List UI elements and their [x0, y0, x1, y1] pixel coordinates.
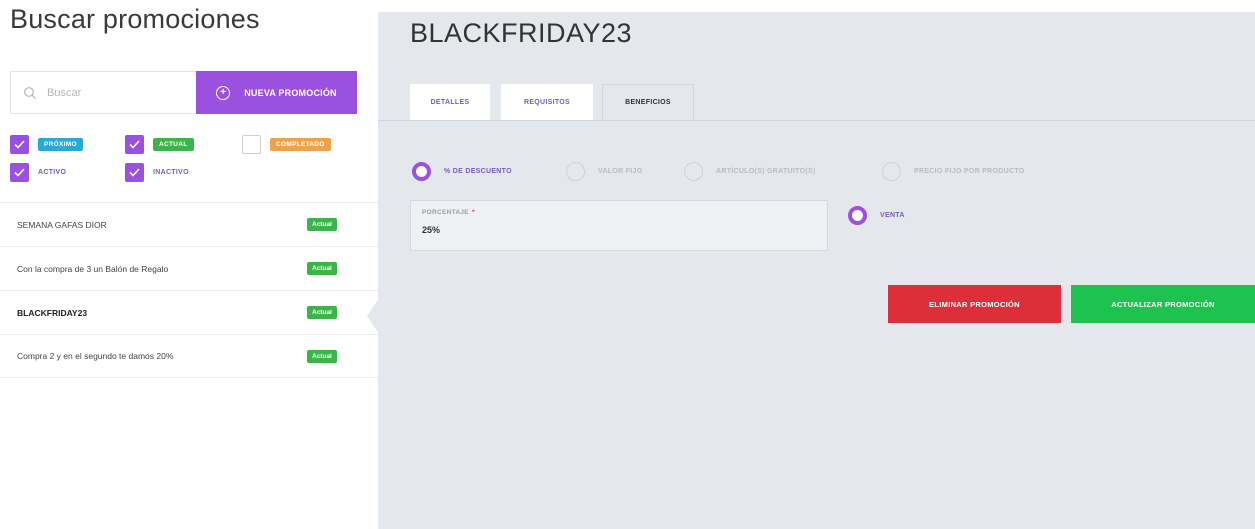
radio-selected-icon[interactable]: [412, 162, 431, 181]
percentage-field[interactable]: PORCENTAJE * 25%: [410, 200, 828, 251]
radio-venta[interactable]: VENTA: [848, 206, 905, 225]
filter-actual[interactable]: ACTUAL: [125, 135, 194, 154]
new-promotion-button[interactable]: + NUEVA PROMOCIÓN: [196, 71, 357, 114]
list-item-selected[interactable]: BLACKFRIDAY23 Actual: [0, 290, 378, 334]
filter-proximo[interactable]: PRÓXIMO: [10, 135, 83, 154]
list-item[interactable]: SEMANA GAFAS DIOR Actual: [0, 202, 378, 246]
filter-inactivo[interactable]: INACTIVO: [125, 163, 189, 182]
tabs-divider: [378, 120, 1255, 121]
filter-tag: COMPLETADO: [270, 138, 331, 151]
delete-promotion-button[interactable]: ELIMINAR PROMOCIÓN: [888, 285, 1061, 323]
tab-beneficios[interactable]: BENEFICIOS: [602, 84, 694, 121]
filter-label: ACTIVO: [38, 169, 67, 176]
sidebar-title: Buscar promociones: [10, 4, 260, 34]
list-item[interactable]: Compra 2 y en el segundo te damos 20% Ac…: [0, 334, 378, 378]
promotions-list: SEMANA GAFAS DIOR Actual Con la compra d…: [0, 202, 378, 378]
percentage-label-text: PORCENTAJE: [422, 209, 469, 216]
tab-detalles[interactable]: DETALLES: [410, 84, 490, 120]
radio-fixed-value[interactable]: VALOR FIJO: [566, 162, 642, 181]
status-badge: Actual: [307, 350, 337, 363]
checkbox-unchecked-icon[interactable]: [242, 135, 261, 154]
percentage-value[interactable]: 25%: [422, 225, 816, 235]
radio-percent-discount[interactable]: % DE DESCUENTO: [412, 162, 512, 181]
status-badge: Actual: [307, 262, 337, 275]
radio-label: ARTÍCULO(S) GRATUITO(S): [716, 168, 816, 175]
promotions-sidebar: Buscar promociones + NUEVA PROMOCIÓN PRÓ…: [0, 0, 378, 529]
radio-label: % DE DESCUENTO: [444, 168, 512, 175]
radio-label: PRECIO FIJO POR PRODUCTO: [914, 168, 1025, 175]
promotion-name: Compra 2 y en el segundo te damos 20%: [17, 351, 174, 361]
plus-circle-icon: +: [216, 85, 231, 100]
radio-unselected-icon[interactable]: [684, 162, 703, 181]
radio-unselected-icon[interactable]: [882, 162, 901, 181]
radio-label: VALOR FIJO: [598, 168, 643, 175]
update-promotion-button[interactable]: ACTUALIZAR PROMOCIÓN: [1071, 285, 1255, 323]
status-badge: Actual: [307, 218, 337, 231]
percentage-label: PORCENTAJE *: [422, 209, 816, 216]
radio-unselected-icon[interactable]: [566, 162, 585, 181]
filter-label: INACTIVO: [153, 169, 189, 176]
promotion-name: BLACKFRIDAY23: [17, 307, 88, 318]
checkbox-checked-icon[interactable]: [10, 163, 29, 182]
filter-tag: ACTUAL: [153, 138, 194, 151]
selection-pointer: [367, 298, 379, 334]
promotion-name: Con la compra de 3 un Balón de Regalo: [17, 263, 169, 274]
filter-tag: PRÓXIMO: [38, 138, 83, 151]
radio-selected-icon[interactable]: [848, 206, 867, 225]
required-mark: *: [471, 209, 475, 216]
search-box[interactable]: [10, 71, 196, 114]
radio-fixed-price-per-product[interactable]: PRECIO FIJO POR PRODUCTO: [882, 162, 1025, 181]
checkbox-checked-icon[interactable]: [125, 163, 144, 182]
list-item[interactable]: Con la compra de 3 un Balón de Regalo Ac…: [0, 246, 378, 290]
search-input[interactable]: [47, 86, 187, 99]
page-title: BLACKFRIDAY23: [410, 18, 633, 48]
filter-activo[interactable]: ACTIVO: [10, 163, 66, 182]
tab-requisitos[interactable]: REQUISITOS: [501, 84, 593, 120]
promotion-detail-panel: BLACKFRIDAY23 DETALLES REQUISITOS BENEFI…: [378, 12, 1255, 529]
promotion-name: SEMANA GAFAS DIOR: [17, 219, 107, 230]
status-badge: Actual: [307, 306, 337, 319]
radio-free-items[interactable]: ARTÍCULO(S) GRATUITO(S): [684, 162, 816, 181]
checkbox-checked-icon[interactable]: [10, 135, 29, 154]
new-promotion-label: NUEVA PROMOCIÓN: [244, 87, 337, 98]
radio-label: VENTA: [880, 212, 905, 219]
search-icon: [23, 86, 37, 100]
filter-completado[interactable]: COMPLETADO: [242, 135, 331, 154]
checkbox-checked-icon[interactable]: [125, 135, 144, 154]
